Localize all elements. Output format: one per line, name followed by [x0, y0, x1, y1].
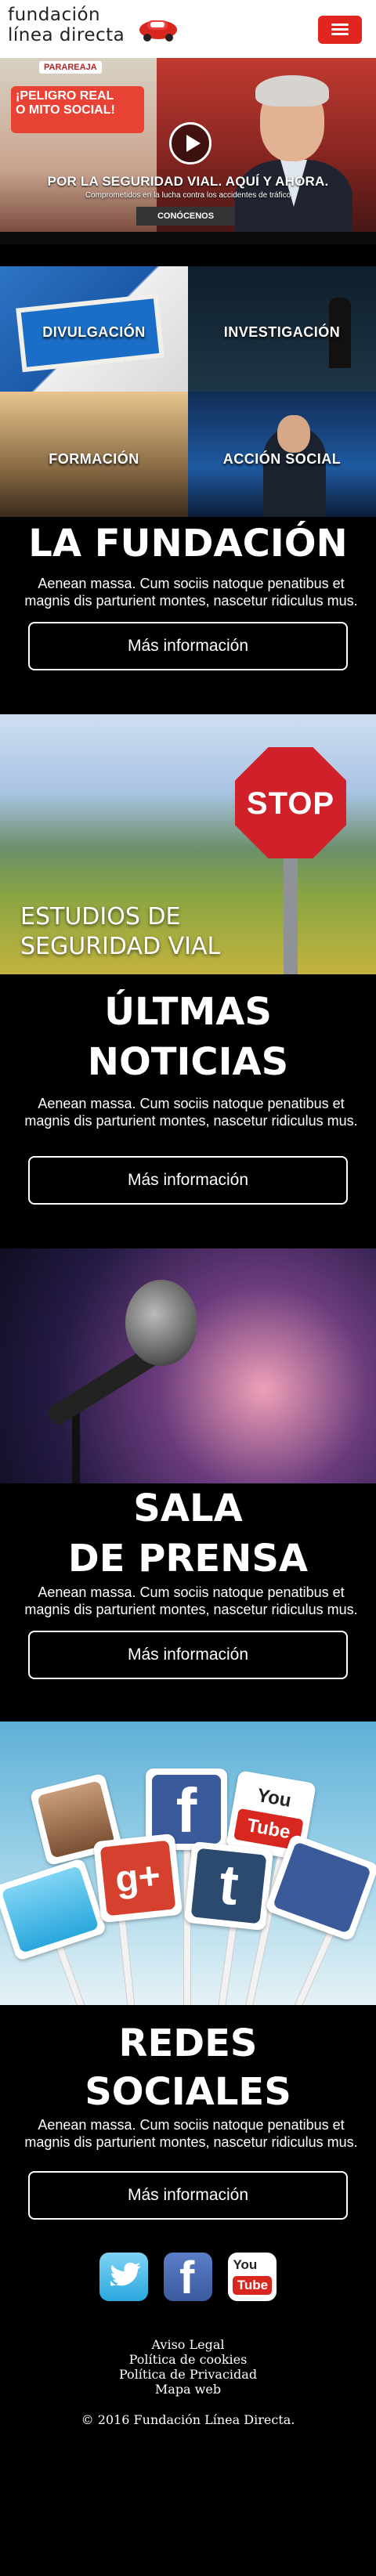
- prensa-more-button[interactable]: Más información: [28, 1631, 348, 1679]
- hamburger-icon: [331, 33, 349, 35]
- redes-banner: f You Tube g+ t: [0, 1722, 376, 2005]
- redes-title-line1: REDES: [118, 2021, 258, 2065]
- youtube-you: You: [233, 2257, 258, 2272]
- hero-title: POR LA SEGURIDAD VIAL. AQUÍ Y AHORA.: [47, 174, 329, 189]
- category-label: ACCIÓN SOCIAL: [222, 451, 342, 467]
- tumblr-glyph: t: [190, 1848, 267, 1924]
- category-accion-social[interactable]: ACCIÓN SOCIAL: [188, 392, 376, 517]
- category-grid: DIVULGACIÓN INVESTIGACIÓN FORMACIÓN ACCI…: [0, 266, 376, 517]
- prensa-title-line2: DE PRENSA: [67, 1537, 309, 1581]
- google-plus-glyph: g+: [99, 1840, 176, 1917]
- fundacion-section: LA FUNDACIÓN Aenean massa. Cum sociis na…: [0, 517, 376, 714]
- facebook-glyph: f: [179, 2253, 195, 2303]
- noticias-title-line1: ÚLTMAS: [104, 990, 272, 1034]
- hamburger-icon: [331, 28, 349, 31]
- prensa-text: Aenean massa. Cum sociis natoque penatib…: [24, 1584, 358, 1617]
- twitter-icon[interactable]: [99, 2253, 148, 2301]
- conocenos-button[interactable]: CONÓCENOS: [136, 207, 235, 226]
- site-footer: f You Tube Aviso Legal Política de cooki…: [0, 2253, 376, 2457]
- prensa-banner: [0, 1248, 376, 1483]
- category-label: DIVULGACIÓN: [42, 324, 146, 340]
- noticias-section: ÚLTMAS NOTICIAS Aenean massa. Cum sociis…: [0, 974, 376, 1248]
- prensa-section: SALA DE PRENSA Aenean massa. Cum sociis …: [0, 1483, 376, 1722]
- estudios-caption: ESTUDIOS DE SEGURIDAD VIAL: [20, 902, 220, 962]
- redes-more-button[interactable]: Más información: [28, 2171, 348, 2220]
- category-formacion[interactable]: FORMACIÓN: [0, 392, 188, 517]
- prensa-title: SALA DE PRENSA: [19, 1483, 357, 1584]
- footer-link-mapa-web[interactable]: Mapa web: [0, 2382, 376, 2397]
- hero-sign-image: PARAREAJA ¡PELIGRO REAL O MITO SOCIAL!: [0, 58, 157, 244]
- hero-sign-line2: O MITO SOCIAL!: [16, 103, 115, 117]
- hero-bottom-bar: [0, 232, 376, 244]
- estudios-banner[interactable]: STOP ESTUDIOS DE SEGURIDAD VIAL: [0, 714, 376, 974]
- category-investigacion[interactable]: INVESTIGACIÓN: [188, 266, 376, 392]
- noticias-more-button[interactable]: Más información: [28, 1156, 348, 1205]
- hero-sign-box: ¡PELIGRO REAL O MITO SOCIAL!: [11, 86, 144, 133]
- noticias-title: ÚLTMAS NOTICIAS: [19, 987, 357, 1087]
- microphone-icon: [125, 1280, 197, 1366]
- stop-text: STOP: [246, 786, 335, 821]
- stop-pole: [284, 858, 298, 974]
- prensa-title-line1: SALA: [133, 1487, 243, 1530]
- category-divulgacion[interactable]: DIVULGACIÓN: [0, 266, 188, 392]
- noticias-title-line2: NOTICIAS: [87, 1040, 289, 1084]
- redes-text: Aenean massa. Cum sociis natoque penatib…: [24, 2117, 358, 2150]
- hamburger-icon: [331, 23, 349, 26]
- fundacion-text: Aenean massa. Cum sociis natoque penatib…: [24, 576, 358, 609]
- redes-title-line2: SOCIALES: [85, 2070, 291, 2114]
- facebook-glyph: f: [152, 1775, 221, 1845]
- hero-sign-line1: ¡PELIGRO REAL: [16, 89, 114, 103]
- category-label: INVESTIGACIÓN: [223, 324, 341, 340]
- tumblr-icon: t: [183, 1841, 274, 1931]
- menu-button[interactable]: [318, 16, 362, 44]
- fundacion-title: LA FUNDACIÓN: [28, 522, 348, 565]
- google-plus-icon: g+: [92, 1833, 183, 1924]
- hero-person-image: [235, 74, 352, 244]
- youtube-icon[interactable]: You Tube: [228, 2253, 277, 2301]
- logo[interactable]: fundación línea directa: [8, 5, 180, 53]
- redes-title: REDES SOCIALES: [19, 2019, 357, 2116]
- facebook-icon[interactable]: f: [164, 2253, 212, 2301]
- redes-section: REDES SOCIALES Aenean massa. Cum sociis …: [0, 2005, 376, 2253]
- noticias-text: Aenean massa. Cum sociis natoque penatib…: [24, 1096, 358, 1129]
- twitter-bird-icon: [110, 2262, 141, 2286]
- fundacion-more-button[interactable]: Más información: [28, 622, 348, 670]
- footer-link-cookies[interactable]: Política de cookies: [0, 2352, 376, 2367]
- estudios-caption-line1: ESTUDIOS DE: [20, 903, 181, 930]
- stop-sign-icon: STOP: [235, 747, 346, 858]
- footer-social-icons: f You Tube: [0, 2253, 376, 2301]
- site-header: fundación línea directa: [0, 0, 376, 58]
- youtube-tube: Tube: [233, 2276, 273, 2295]
- hero-tag: PARAREAJA: [39, 61, 102, 74]
- footer-links: Aviso Legal Política de cookies Política…: [0, 2337, 376, 2397]
- hero-banner: PARAREAJA ¡PELIGRO REAL O MITO SOCIAL! P…: [0, 58, 376, 244]
- car-logo-icon: [139, 20, 177, 42]
- twitter-icon: [0, 1857, 107, 1962]
- footer-link-aviso-legal[interactable]: Aviso Legal: [0, 2337, 376, 2352]
- play-icon[interactable]: [169, 122, 212, 164]
- footer-link-privacidad[interactable]: Política de Privacidad: [0, 2367, 376, 2382]
- copyright: © 2016 Fundación Línea Directa.: [81, 2412, 295, 2427]
- estudios-caption-line2: SEGURIDAD VIAL: [20, 933, 221, 960]
- category-label: FORMACIÓN: [49, 451, 139, 467]
- mic-stand: [72, 1405, 80, 1483]
- hero-subtitle: Comprometidos en la lucha contra los acc…: [85, 191, 291, 200]
